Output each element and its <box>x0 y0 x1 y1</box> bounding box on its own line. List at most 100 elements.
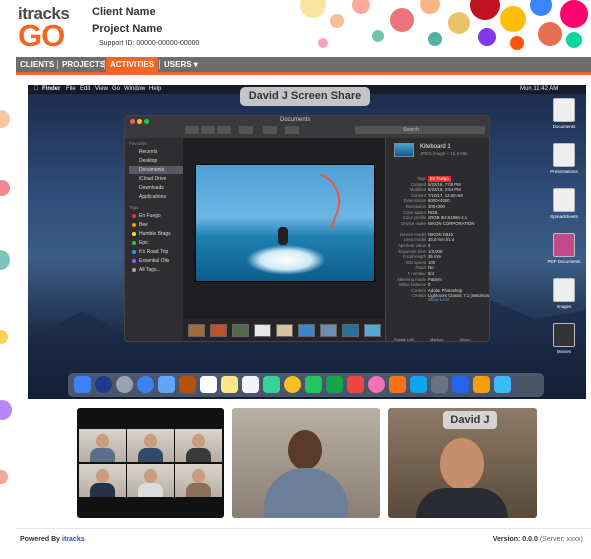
calendar-icon <box>200 376 217 393</box>
project-name: Project Name <box>92 23 163 35</box>
david-j-video[interactable]: David J <box>388 408 537 518</box>
tag-en-fuego: En Fuego <box>129 212 183 220</box>
main-nav: CLIENTS PROJECTS ACTIVITIES USERS ▾ <box>16 57 591 75</box>
nav-activities[interactable]: ACTIVITIES <box>106 57 159 72</box>
show-less-link: Show Less <box>428 297 450 302</box>
finder-icon <box>74 376 91 393</box>
apple-icon:  <box>34 85 39 94</box>
thumbnail <box>210 324 227 337</box>
wave-splash <box>246 245 326 275</box>
pages-icon <box>473 376 490 393</box>
tag-dot-icon <box>132 232 136 236</box>
tag-bee: Bee <box>129 221 183 229</box>
finder-title: Documents <box>280 117 311 123</box>
powered-by-text: Powered By <box>20 536 61 543</box>
tag-road-trip: It's Road Trip <box>129 248 183 256</box>
mac-dock <box>68 373 544 397</box>
nav-clients[interactable]: CLIENTS <box>16 57 58 72</box>
participants-gallery-video[interactable] <box>77 408 224 518</box>
nav-separator <box>104 60 105 69</box>
mail-icon <box>158 376 175 393</box>
more-action: More... <box>460 337 473 342</box>
downloads-stack-icon <box>494 376 511 393</box>
rotate-left-action: Rotate Left <box>394 337 414 342</box>
thumbnail <box>276 324 293 337</box>
tag-dot-icon <box>132 250 136 254</box>
markup-action: Markup <box>430 337 444 342</box>
version-info: Version: 0.0.0 (Server: xxxx) <box>493 536 583 543</box>
finder-sidebar: Favorites Recents Desktop Documents iClo… <box>125 138 183 341</box>
reminders-icon <box>242 376 259 393</box>
participant-body <box>264 468 348 518</box>
desktop-folder-documents: Documents <box>544 98 584 129</box>
thumbnail <box>364 324 381 337</box>
finder-info-pane: Kiteboard 1 JPEG image – 15.4 MB Tags En … <box>385 138 489 342</box>
app-store-icon <box>410 376 427 393</box>
nav-projects[interactable]: PROJECTS <box>58 57 109 72</box>
powered-by-link[interactable]: itracks <box>62 536 85 543</box>
participant-video[interactable] <box>232 408 380 518</box>
close-icon <box>130 119 135 124</box>
nav-users-dropdown[interactable]: USERS ▾ <box>160 57 202 72</box>
menubar-clock: Mon 11:42 AM <box>520 86 559 92</box>
tag-dot-icon <box>132 241 136 245</box>
notes-icon <box>221 376 238 393</box>
siri-icon <box>95 376 112 393</box>
music-icon <box>368 376 385 393</box>
tag-dot-icon <box>132 268 136 272</box>
participant-tile <box>127 464 174 497</box>
file-type: JPEG image – 15.4 MB <box>420 151 468 156</box>
screen-share-label: David J Screen Share <box>240 87 370 106</box>
keynote-icon <box>452 376 469 393</box>
launchpad-icon <box>116 376 133 393</box>
kite-shape <box>303 173 349 231</box>
menu-edit: Edit <box>80 86 91 92</box>
logo-go: GO <box>18 18 65 53</box>
tag-epic: Epic <box>129 239 183 247</box>
finder-titlebar: Documents Search <box>125 116 489 138</box>
version-number: Version: 0.0.0 <box>492 536 538 543</box>
participant-face <box>288 430 322 470</box>
sidebar-item-downloads: Downloads <box>139 185 164 191</box>
contacts-icon <box>179 376 196 393</box>
maps-icon <box>263 376 280 393</box>
participant-tile <box>175 464 222 497</box>
participant-tile <box>79 429 126 462</box>
itracks-go-logo[interactable]: itracks GO <box>18 4 80 54</box>
finder-search-field: Search <box>355 126 485 134</box>
menu-finder: Finder <box>42 86 61 92</box>
facetime-icon <box>326 376 343 393</box>
books-icon <box>389 376 406 393</box>
server-info: (Server: xxxx) <box>539 536 583 543</box>
messages-icon <box>305 376 322 393</box>
app-header: itracks GO Client Name Project Name Supp… <box>0 0 591 56</box>
tag-dot-icon <box>132 214 136 218</box>
desktop-folder-pdf-documents: PDF Documents <box>544 233 584 264</box>
menu-file: File <box>66 86 76 92</box>
tag-dot-icon <box>132 223 136 227</box>
participant-tile <box>175 429 222 462</box>
menu-view: View <box>95 86 108 92</box>
powered-by: Powered By itracks <box>20 536 85 543</box>
file-name: Kiteboard 1 <box>420 144 451 150</box>
sidebar-item-icloud-drive: iCloud Drive <box>139 176 167 182</box>
sidebar-item-desktop: Desktop <box>139 158 158 164</box>
finder-thumbnail-strip <box>183 318 385 341</box>
sidebar-section-favorites: Favorites <box>129 141 148 146</box>
client-name: Client Name <box>92 6 156 18</box>
metadata-value: NIKON CORPORATION <box>428 220 475 226</box>
safari-icon <box>137 376 154 393</box>
desktop-folder-images: Images <box>544 278 584 309</box>
sidebar-item-recents: Recents <box>139 149 158 155</box>
sidebar-section-tags: Tags <box>129 205 139 210</box>
metadata-row: Device make NIKON CORPORATION <box>386 220 489 227</box>
finder-window: Documents Search Favorites Recents Deskt… <box>124 115 490 342</box>
desktop-folder-movies: Movies <box>544 323 584 354</box>
support-id: Support ID: 00000-00000-00000 <box>99 40 200 47</box>
kiteboard-photo <box>195 164 375 282</box>
desktop-folder-presentations: Presentations <box>544 143 584 174</box>
photos-icon <box>284 376 301 393</box>
sidebar-item-applications: Applications <box>139 194 166 200</box>
screen-share-video[interactable]:  Finder File Edit View Go Window Help M… <box>28 85 586 399</box>
participant-body <box>416 488 508 518</box>
